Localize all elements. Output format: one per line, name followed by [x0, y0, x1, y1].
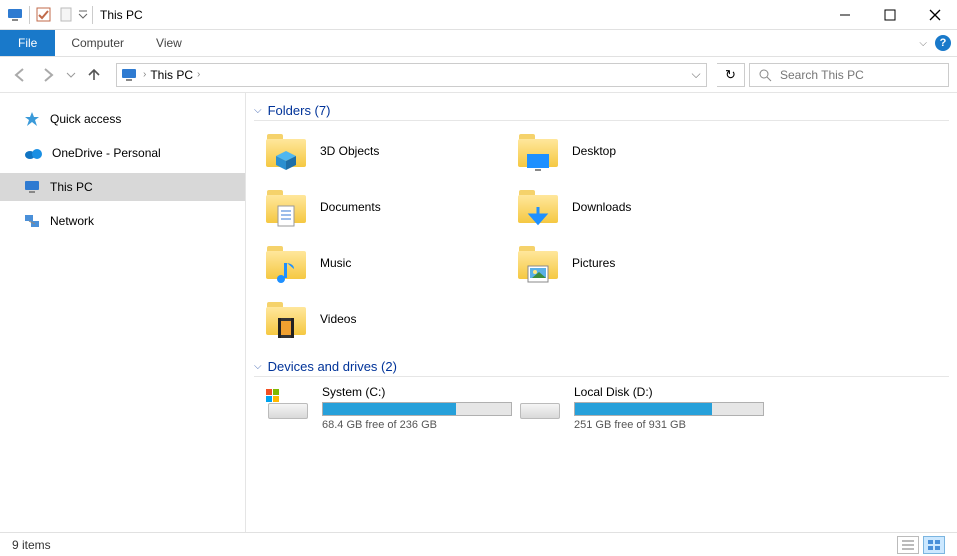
folder-icon [518, 243, 558, 283]
qat-checkbox-icon[interactable] [33, 4, 55, 26]
content-pane: ⌵ Folders (7) 3D Objects Desktop Documents… [246, 93, 957, 532]
folder-item[interactable]: 3D Objects [266, 129, 516, 173]
address-dropdown-icon[interactable]: ⌵ [686, 67, 706, 82]
search-placeholder: Search This PC [780, 68, 864, 82]
help-icon[interactable]: ? [935, 35, 951, 51]
sidebar-item-this-pc[interactable]: This PC [0, 173, 245, 201]
close-button[interactable] [912, 0, 957, 29]
status-text: 9 items [12, 538, 51, 552]
drive-usage-bar [322, 402, 512, 416]
folder-label: Music [320, 256, 351, 270]
breadcrumb[interactable]: This PC [146, 68, 197, 82]
pc-icon [4, 4, 26, 26]
group-header-drives[interactable]: ⌵ Devices and drives (2) [254, 359, 949, 377]
large-icons-view-button[interactable] [923, 536, 945, 554]
group-title: Devices and drives (2) [268, 359, 397, 374]
ribbon: File Computer View ⌵ ? [0, 30, 957, 57]
folder-item[interactable]: Downloads [518, 185, 768, 229]
drive-usage-bar [574, 402, 764, 416]
window-title: This PC [100, 8, 143, 22]
folder-icon [266, 299, 306, 339]
cloud-icon [24, 147, 42, 159]
chevron-down-icon: ⌵ [254, 361, 262, 372]
ribbon-collapse-icon[interactable]: ⌵ [919, 38, 927, 49]
file-tab[interactable]: File [0, 30, 55, 56]
folder-item[interactable]: Music [266, 241, 516, 285]
tab-view[interactable]: View [140, 30, 198, 56]
address-bar[interactable]: › This PC › ⌵ [116, 63, 707, 87]
folder-item[interactable]: Desktop [518, 129, 768, 173]
chevron-down-icon: ⌵ [254, 105, 262, 116]
qat-dropdown-icon[interactable] [77, 4, 89, 26]
search-icon [758, 68, 772, 82]
sidebar-item-label: Network [50, 214, 94, 228]
folder-icon [266, 131, 306, 171]
navigation-pane: Quick access OneDrive - Personal This PC… [0, 93, 246, 532]
folder-label: 3D Objects [320, 144, 379, 158]
folder-label: Downloads [572, 200, 631, 214]
recent-dropdown-icon[interactable] [64, 63, 78, 87]
drive-free-text: 251 GB free of 931 GB [574, 419, 764, 431]
sidebar-item-label: Quick access [50, 112, 121, 126]
folder-icon [266, 187, 306, 227]
drive-icon [266, 389, 310, 425]
folder-label: Documents [320, 200, 381, 214]
sidebar-item-quick-access[interactable]: Quick access [0, 105, 245, 133]
network-icon [24, 214, 40, 228]
folder-item[interactable]: Documents [266, 185, 516, 229]
folder-label: Pictures [572, 256, 615, 270]
sidebar-item-network[interactable]: Network [0, 207, 245, 235]
sidebar-item-label: OneDrive - Personal [52, 146, 161, 160]
star-icon [24, 111, 40, 127]
folder-label: Desktop [572, 144, 616, 158]
forward-button[interactable] [36, 63, 60, 87]
chevron-right-icon[interactable]: › [197, 69, 200, 80]
address-pc-icon [121, 68, 137, 82]
folder-icon [518, 131, 558, 171]
status-bar: 9 items [0, 532, 957, 556]
drive-icon [518, 389, 562, 425]
navigation-bar: › This PC › ⌵ ↻ Search This PC [0, 57, 957, 93]
group-header-folders[interactable]: ⌵ Folders (7) [254, 103, 949, 121]
drive-label: System (C:) [322, 385, 512, 399]
details-view-button[interactable] [897, 536, 919, 554]
folder-label: Videos [320, 312, 356, 326]
titlebar: This PC [0, 0, 957, 30]
refresh-button[interactable]: ↻ [717, 63, 745, 87]
pc-icon [24, 180, 40, 194]
drive-item[interactable]: Local Disk (D:) 251 GB free of 931 GB [518, 385, 768, 431]
drive-label: Local Disk (D:) [574, 385, 764, 399]
qat-doc-icon[interactable] [55, 4, 77, 26]
maximize-button[interactable] [867, 0, 912, 29]
search-input[interactable]: Search This PC [749, 63, 949, 87]
sidebar-item-label: This PC [50, 180, 93, 194]
chevron-right-icon[interactable]: › [143, 69, 146, 80]
folder-icon [266, 243, 306, 283]
drive-item[interactable]: System (C:) 68.4 GB free of 236 GB [266, 385, 516, 431]
folder-item[interactable]: Pictures [518, 241, 768, 285]
drive-free-text: 68.4 GB free of 236 GB [322, 419, 512, 431]
up-button[interactable] [82, 63, 106, 87]
folder-icon [518, 187, 558, 227]
back-button[interactable] [8, 63, 32, 87]
tab-computer[interactable]: Computer [55, 30, 140, 56]
folder-item[interactable]: Videos [266, 297, 516, 341]
group-title: Folders (7) [268, 103, 331, 118]
sidebar-item-onedrive[interactable]: OneDrive - Personal [0, 139, 245, 167]
minimize-button[interactable] [822, 0, 867, 29]
